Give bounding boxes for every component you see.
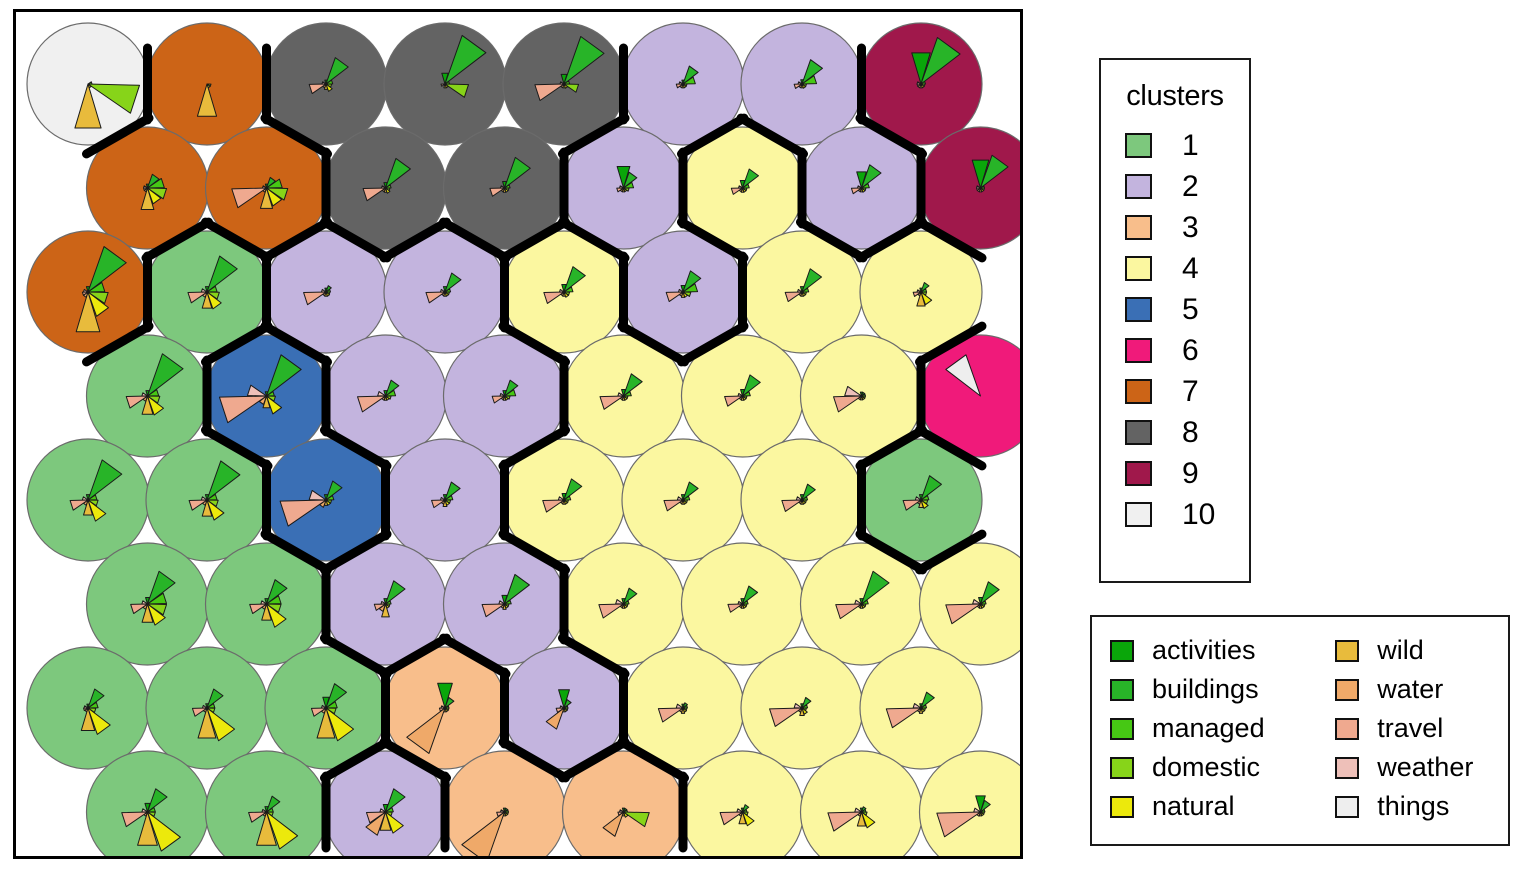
variable-legend-item: weather: [1335, 748, 1508, 787]
variable-legend-item: water: [1335, 670, 1508, 709]
variable-label: travel: [1377, 713, 1444, 743]
cluster-legend-item: 10: [1101, 494, 1249, 535]
cluster-label: 2: [1182, 169, 1199, 203]
cluster-legend-item: 4: [1101, 248, 1249, 289]
cluster-swatch: [1125, 379, 1152, 404]
variable-label: buildings: [1152, 674, 1259, 704]
cluster-swatch: [1125, 502, 1152, 527]
variable-swatch: [1335, 795, 1360, 818]
variable-legend-item: buildings: [1110, 670, 1299, 709]
cluster-label: 8: [1182, 415, 1199, 449]
variable-label: natural: [1152, 791, 1235, 821]
cluster-label: 3: [1182, 210, 1199, 244]
cluster-label: 4: [1182, 251, 1199, 285]
cluster-label: 1: [1182, 128, 1199, 162]
variable-swatch: [1110, 717, 1134, 740]
cluster-label: 6: [1182, 333, 1199, 367]
cluster-legend-item: 5: [1101, 289, 1249, 330]
variable-swatch: [1335, 756, 1360, 779]
variable-legend-item: managed: [1110, 709, 1299, 748]
cluster-label: 5: [1182, 292, 1199, 326]
cluster-swatch: [1125, 461, 1152, 486]
variable-swatch: [1110, 756, 1134, 779]
clusters-legend-rows: 1 2 3 4 5 6 7 8 9 10: [1101, 125, 1249, 535]
cluster-swatch: [1125, 297, 1152, 322]
variable-label: domestic: [1152, 752, 1261, 782]
som-hex-grid: [26, 22, 1020, 856]
variables-legend-grid: activities buildings managed domestic natura…: [1092, 631, 1508, 826]
variable-label: weather: [1377, 752, 1474, 782]
variable-label: water: [1377, 674, 1444, 704]
cluster-swatch: [1125, 420, 1152, 445]
cluster-legend-item: 1: [1101, 125, 1249, 166]
variable-legend-item: domestic: [1110, 748, 1299, 787]
cluster-legend-item: 7: [1101, 371, 1249, 412]
cluster-swatch: [1125, 256, 1152, 281]
variable-swatch: [1335, 717, 1360, 740]
variable-label: activities: [1152, 635, 1256, 665]
variable-swatch: [1110, 678, 1134, 701]
cluster-legend-item: 8: [1101, 412, 1249, 453]
cluster-swatch: [1125, 174, 1152, 199]
variables-legend: activities buildings managed domestic natura…: [1090, 615, 1510, 846]
variable-legend-item: things: [1335, 787, 1508, 826]
variable-swatch: [1335, 678, 1360, 701]
cluster-label: 9: [1182, 456, 1199, 490]
cluster-label: 7: [1182, 374, 1199, 408]
clusters-legend: clusters 1 2 3 4 5 6 7 8 9 10: [1099, 58, 1251, 583]
som-plot-panel: [13, 9, 1023, 859]
cluster-swatch: [1125, 133, 1152, 158]
variable-swatch: [1110, 639, 1134, 662]
variable-legend-item: activities: [1110, 631, 1299, 670]
cluster-label: 10: [1182, 497, 1216, 531]
cluster-legend-item: 6: [1101, 330, 1249, 371]
cluster-swatch: [1125, 338, 1152, 363]
variable-label: wild: [1377, 635, 1424, 665]
cluster-swatch: [1125, 215, 1152, 240]
variable-swatch: [1335, 639, 1360, 662]
clusters-legend-title: clusters: [1126, 80, 1224, 112]
variables-legend-column: activities buildings managed domestic natura…: [1092, 631, 1299, 826]
variable-legend-item: wild: [1335, 631, 1508, 670]
variable-swatch: [1110, 795, 1134, 818]
cluster-legend-item: 2: [1101, 166, 1249, 207]
cluster-legend-item: 9: [1101, 453, 1249, 494]
variable-label: things: [1377, 791, 1450, 821]
variable-legend-item: travel: [1335, 709, 1508, 748]
cluster-legend-item: 3: [1101, 207, 1249, 248]
variables-legend-column: wild water travel weather things: [1317, 631, 1508, 826]
variable-label: managed: [1152, 713, 1265, 743]
variable-legend-item: natural: [1110, 787, 1299, 826]
